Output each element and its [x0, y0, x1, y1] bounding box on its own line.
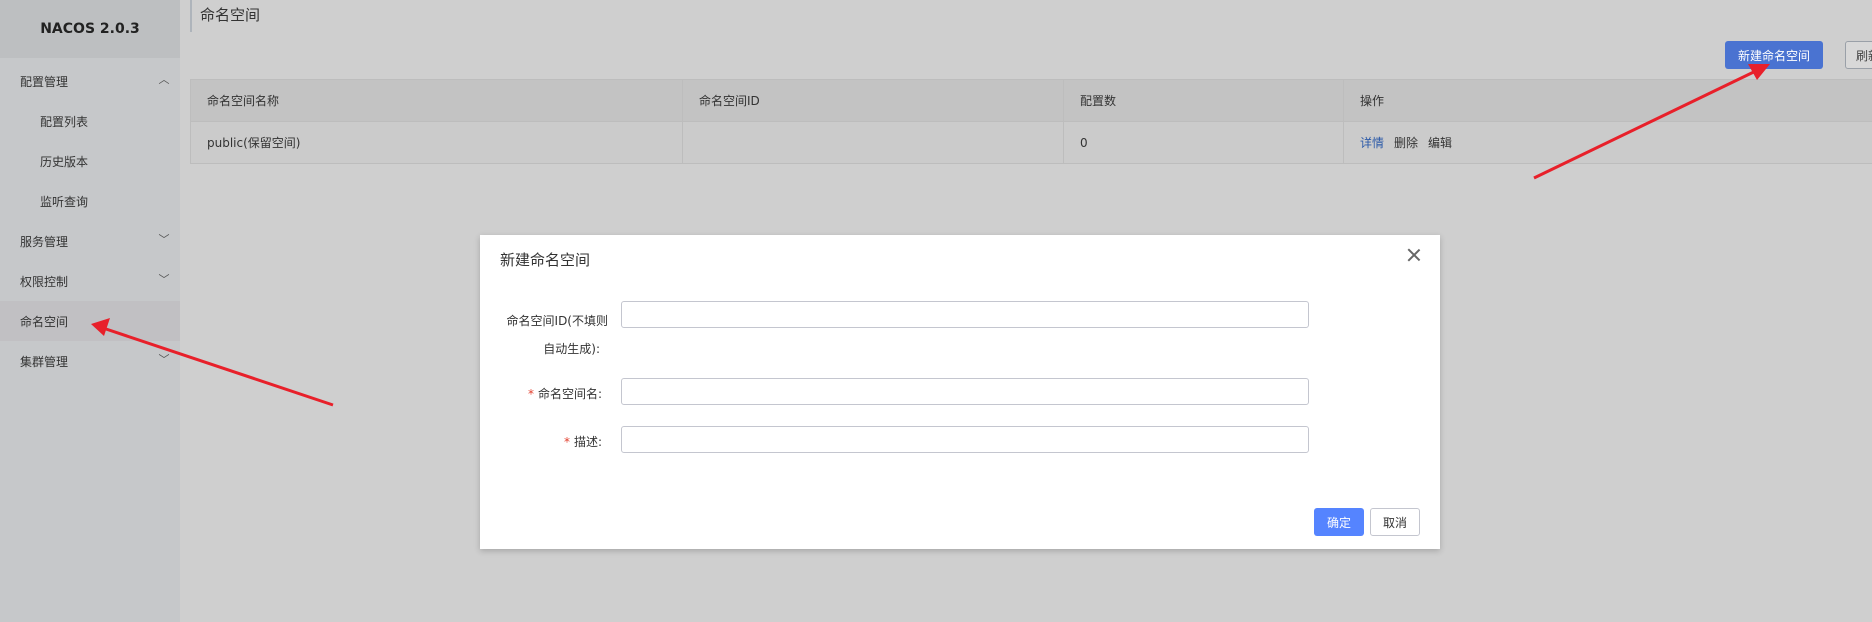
table-row: public(保留空间) 0 详情 删除 编辑	[191, 121, 1872, 163]
page-title: 命名空间	[190, 0, 260, 32]
refresh-button[interactable]: 刷新	[1845, 41, 1872, 69]
namespace-name-label: * 命名空间名:	[480, 385, 602, 402]
chevron-up-icon: ︿	[158, 73, 170, 86]
required-mark: *	[563, 435, 570, 449]
description-label: * 描述:	[480, 433, 602, 450]
sidebar-item-namespace[interactable]: 命名空间	[0, 301, 180, 341]
details-link[interactable]: 详情	[1360, 134, 1384, 151]
edit-link[interactable]: 编辑	[1428, 134, 1452, 151]
delete-link[interactable]: 删除	[1394, 134, 1418, 151]
sidebar: NACOS 2.0.3 配置管理 ︿ 配置列表 历史版本 监听查询 服务管理 ﹀…	[0, 0, 180, 622]
dialog-title: 新建命名空间	[500, 251, 591, 269]
cell-actions: 详情 删除 编辑	[1344, 122, 1872, 163]
sidebar-item-config-list[interactable]: 配置列表	[0, 101, 180, 141]
app-logo: NACOS 2.0.3	[0, 0, 180, 58]
table-header-row: 命名空间名称 命名空间ID 配置数 操作	[191, 80, 1872, 121]
cancel-button[interactable]: 取消	[1370, 508, 1420, 536]
namespace-name-label-text: 命名空间名:	[537, 387, 602, 401]
column-header-count: 配置数	[1064, 80, 1344, 121]
chevron-down-icon: ﹀	[158, 273, 170, 286]
sidebar-item-cluster-management[interactable]: 集群管理 ﹀	[0, 341, 180, 381]
cell-namespace-name: public(保留空间)	[191, 122, 683, 163]
column-header-id: 命名空间ID	[683, 80, 1064, 121]
new-namespace-button[interactable]: 新建命名空间	[1725, 41, 1823, 69]
namespace-id-label: 命名空间ID(不填则 自动生成):	[480, 307, 608, 363]
new-namespace-dialog: 新建命名空间 命名空间ID(不填则 自动生成): * 命名空间名: * 描述: 确定…	[480, 235, 1440, 549]
sidebar-item-config-management[interactable]: 配置管理 ︿	[0, 61, 180, 101]
column-header-actions: 操作	[1360, 94, 1385, 108]
namespace-id-label-line1: 命名空间ID(不填则	[506, 314, 608, 328]
sidebar-item-label: 服务管理	[20, 234, 69, 249]
namespace-id-label-line2: 自动生成):	[543, 342, 600, 356]
sidebar-item-label: 监听查询	[40, 194, 89, 209]
cell-config-count: 0	[1064, 122, 1344, 163]
confirm-button[interactable]: 确定	[1314, 508, 1364, 536]
chevron-down-icon: ﹀	[158, 353, 170, 366]
close-icon[interactable]	[1406, 247, 1422, 263]
sidebar-item-access-control[interactable]: 权限控制 ﹀	[0, 261, 180, 301]
chevron-down-icon: ﹀	[158, 233, 170, 246]
sidebar-item-label: 历史版本	[40, 154, 89, 169]
sidebar-item-listener-query[interactable]: 监听查询	[0, 181, 180, 221]
sidebar-item-label: 配置列表	[40, 114, 89, 129]
namespace-name-input[interactable]	[621, 378, 1309, 405]
required-mark: *	[527, 387, 534, 401]
sidebar-item-label: 命名空间	[20, 314, 69, 329]
namespace-id-input[interactable]	[621, 301, 1309, 328]
sidebar-item-history[interactable]: 历史版本	[0, 141, 180, 181]
description-label-text: 描述:	[573, 435, 602, 449]
sidebar-item-service-management[interactable]: 服务管理 ﹀	[0, 221, 180, 261]
column-header-name: 命名空间名称	[191, 80, 683, 121]
sidebar-item-label: 配置管理	[20, 74, 69, 89]
sidebar-item-label: 权限控制	[20, 274, 69, 289]
cell-namespace-id	[683, 122, 1064, 163]
description-input[interactable]	[621, 426, 1309, 453]
namespace-table: 命名空间名称 命名空间ID 配置数 操作 public(保留空间) 0 详情 删…	[190, 79, 1872, 164]
sidebar-item-label: 集群管理	[20, 354, 69, 369]
